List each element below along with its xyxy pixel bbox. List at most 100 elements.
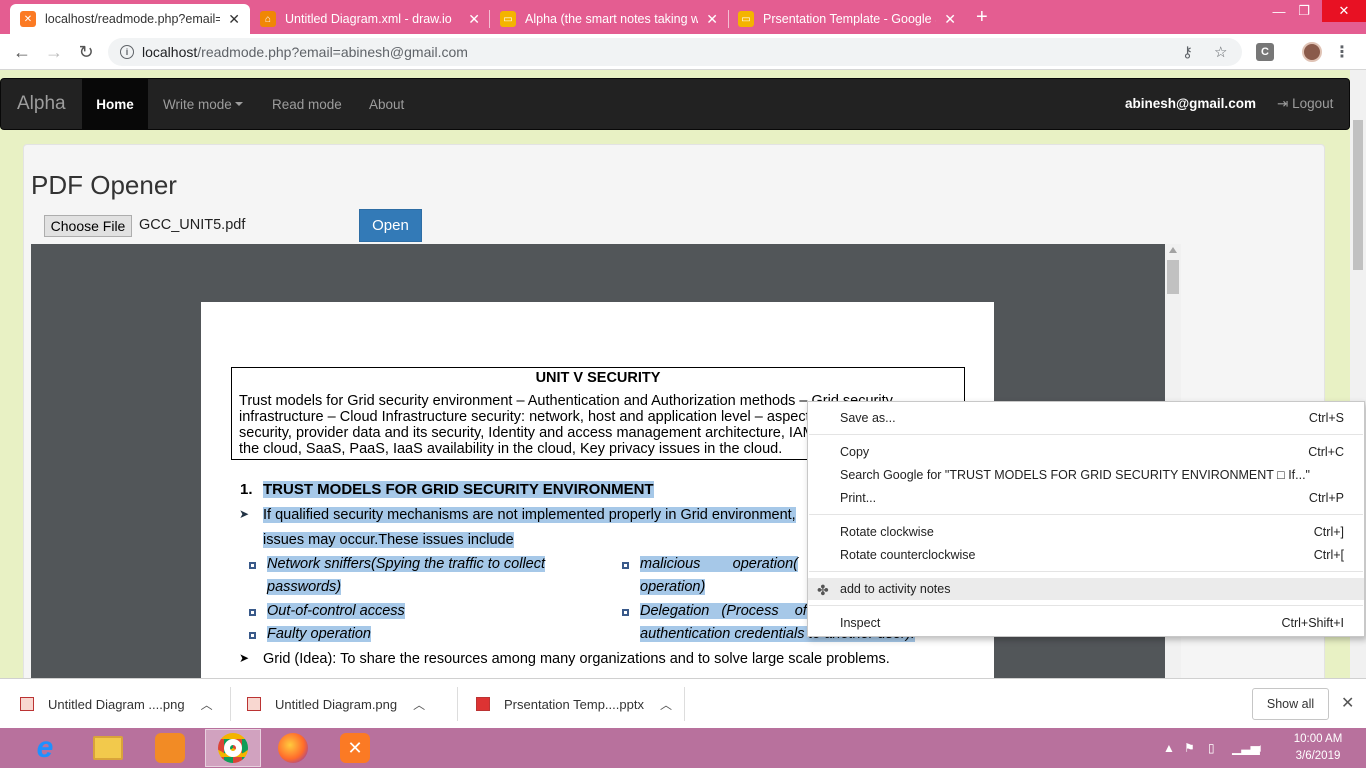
menu-item-save-as[interactable]: Save as... Ctrl+S: [808, 407, 1364, 429]
site-info-icon[interactable]: i: [120, 45, 134, 59]
slides-icon: ▭: [500, 11, 516, 27]
tab-presentation[interactable]: ▭ Prsentation Template - Google S ✕: [728, 4, 966, 34]
menu-item-copy[interactable]: Copy Ctrl+C: [808, 441, 1364, 463]
menu-item-print[interactable]: Print... Ctrl+P: [808, 487, 1364, 509]
menu-icon[interactable]: ⋮: [1334, 42, 1350, 62]
star-icon[interactable]: ☆: [1214, 43, 1227, 61]
xampp-icon[interactable]: ✕: [330, 729, 380, 767]
nav-read-mode[interactable]: Read mode: [257, 79, 357, 129]
square-bullet-icon: [622, 609, 629, 616]
chevron-up-icon[interactable]: ︿: [660, 696, 672, 713]
file-explorer-icon[interactable]: [83, 729, 133, 767]
page-title: PDF Opener: [31, 170, 177, 200]
menu-item-add-to-activity-notes[interactable]: ✤ add to activity notes: [808, 578, 1364, 600]
paragraph-line: If qualified security mechanisms are not…: [263, 507, 796, 523]
brand-logo[interactable]: Alpha: [17, 93, 66, 115]
nav-home[interactable]: Home: [82, 79, 148, 129]
download-divider: [230, 687, 231, 721]
scroll-thumb[interactable]: [1167, 260, 1179, 294]
tab-title: Prsentation Template - Google S: [763, 12, 937, 26]
system-clock[interactable]: 10:00 AM 3/6/2019: [1288, 731, 1348, 765]
square-bullet-icon: [249, 609, 256, 616]
issue-item: Network sniffers(Spying the traffic to c…: [267, 556, 546, 572]
logout-icon: ⇥: [1277, 96, 1289, 111]
address-bar[interactable]: i localhost/readmode.php?email=abinesh@g…: [108, 38, 1242, 66]
menu-shortcut: Ctrl+P: [1308, 491, 1344, 505]
download-item[interactable]: Untitled Diagram.png ︿: [247, 679, 425, 729]
chevron-up-icon[interactable]: ︿: [201, 696, 213, 713]
flag-icon[interactable]: ⚑: [1184, 741, 1195, 755]
chrome-icon[interactable]: [205, 729, 261, 767]
key-icon[interactable]: ⚷: [1182, 43, 1193, 61]
menu-label: Inspect: [840, 616, 881, 630]
download-name: Prsentation Temp....pptx: [504, 696, 644, 712]
close-icon[interactable]: ✕: [228, 11, 240, 28]
show-hidden-icons-icon[interactable]: ▲: [1163, 741, 1175, 755]
tab-alpha[interactable]: ▭ Alpha (the smart notes taking we ✕: [490, 4, 728, 34]
menu-item-inspect[interactable]: Inspect Ctrl+Shift+I: [808, 612, 1364, 634]
nav-write-mode[interactable]: Write mode: [148, 79, 258, 129]
menu-shortcut: Ctrl+C: [1308, 445, 1344, 459]
menu-label: Copy: [840, 445, 870, 459]
issue-item: passwords): [267, 579, 342, 595]
nav-label: About: [369, 96, 405, 112]
drawio-icon: ⌂: [260, 11, 276, 27]
volume-icon[interactable]: 🔈︎: [1257, 741, 1264, 756]
user-email: abinesh@gmail.com: [1125, 96, 1256, 111]
download-name: Untitled Diagram.png: [275, 696, 398, 712]
extension-icon[interactable]: C: [1256, 43, 1274, 61]
choose-file-button[interactable]: Choose File: [44, 215, 132, 237]
open-button[interactable]: Open: [359, 209, 422, 242]
issue-item: Faulty operation: [267, 626, 371, 642]
unit-title: UNIT V SECURITY: [535, 370, 661, 386]
close-icon[interactable]: ✕: [1341, 693, 1354, 713]
menu-shortcut: Ctrl+Shift+I: [1281, 616, 1344, 630]
internet-explorer-icon[interactable]: e: [20, 729, 70, 767]
logout-label: Logout: [1292, 96, 1334, 111]
caret-down-icon: [234, 102, 243, 106]
firefox-icon[interactable]: [268, 729, 318, 767]
puzzle-icon: ✤: [817, 582, 829, 598]
download-item[interactable]: Untitled Diagram ....png ︿: [20, 679, 213, 729]
site-navbar: Alpha Home Write mode Read mode About ab…: [0, 78, 1350, 130]
tab-localhost[interactable]: ✕ localhost/readmode.php?email=a ✕: [10, 4, 250, 34]
battery-icon[interactable]: ▯: [1208, 741, 1215, 755]
browser-tab-strip: ✕ localhost/readmode.php?email=a ✕ ⌂ Unt…: [0, 0, 1366, 34]
restore-button[interactable]: ❐: [1287, 0, 1321, 22]
close-icon[interactable]: ✕: [944, 11, 956, 28]
browser-toolbar: ← → ↻ i localhost/readmode.php?email=abi…: [0, 34, 1366, 70]
show-all-button[interactable]: Show all: [1252, 688, 1329, 720]
menu-divider: [809, 514, 1363, 515]
scroll-up-icon[interactable]: [1169, 247, 1177, 253]
menu-item-search-google[interactable]: Search Google for "TRUST MODELS FOR GRID…: [808, 464, 1364, 486]
network-icon[interactable]: ▁▃▅: [1232, 741, 1260, 755]
uc-browser-icon[interactable]: [145, 729, 195, 767]
nav-label: Home: [96, 96, 134, 112]
tab-drawio[interactable]: ⌂ Untitled Diagram.xml - draw.io ✕: [250, 4, 490, 34]
window-close-button[interactable]: ✕: [1322, 0, 1366, 22]
download-item[interactable]: Prsentation Temp....pptx ︿: [476, 679, 672, 729]
chevron-up-icon[interactable]: ︿: [413, 696, 425, 713]
context-menu: Save as... Ctrl+S Copy Ctrl+C Search Googl…: [807, 401, 1365, 637]
issue-item: malicious operation(: [640, 556, 798, 572]
nav-about[interactable]: About: [354, 79, 419, 129]
logout-link[interactable]: ⇥ Logout: [1277, 96, 1333, 112]
menu-item-rotate-clockwise[interactable]: Rotate clockwise Ctrl+]: [808, 521, 1364, 543]
close-icon[interactable]: ✕: [468, 11, 480, 28]
profile-avatar[interactable]: [1302, 42, 1322, 62]
close-icon[interactable]: ✕: [706, 11, 718, 28]
paragraph-line: Grid (Idea): To share the resources amon…: [263, 651, 890, 667]
menu-item-rotate-counterclockwise[interactable]: Rotate counterclockwise Ctrl+[: [808, 544, 1364, 566]
forward-button[interactable]: →: [41, 39, 67, 65]
new-tab-button[interactable]: +: [976, 6, 988, 29]
pptx-file-icon: [476, 697, 490, 711]
menu-divider: [809, 605, 1363, 606]
selected-file-name: GCC_UNIT5.pdf: [139, 217, 246, 233]
xampp-icon: ✕: [20, 11, 36, 27]
download-divider: [457, 687, 458, 721]
tab-title: Untitled Diagram.xml - draw.io: [285, 12, 452, 26]
reload-button[interactable]: ↻: [73, 39, 99, 65]
scroll-thumb[interactable]: [1353, 120, 1363, 270]
clock-time: 10:00 AM: [1293, 733, 1343, 745]
back-button[interactable]: ←: [9, 39, 35, 65]
